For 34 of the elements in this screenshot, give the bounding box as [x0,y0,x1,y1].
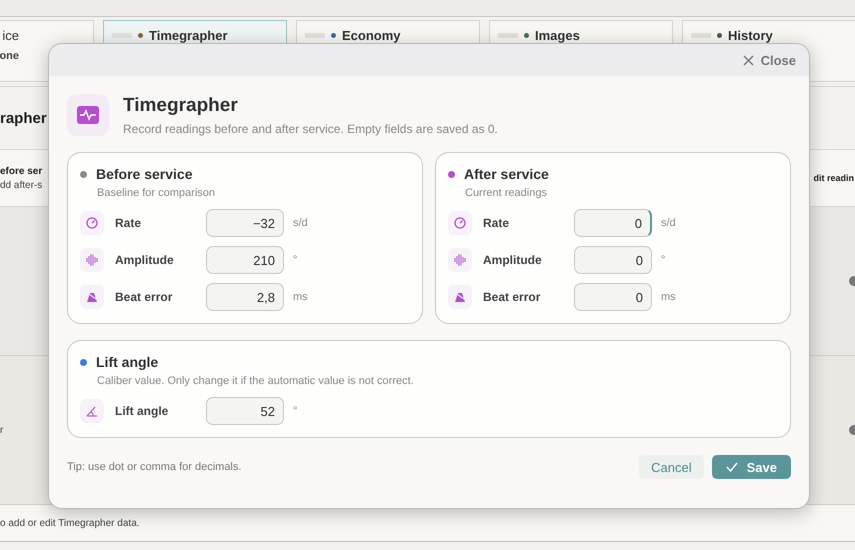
section-subtitle: Current readings [465,187,548,199]
section-title: After service [464,166,549,182]
card-title: efore ser [0,166,42,176]
field-label: Rate [115,216,142,230]
tab-sublabel: one [0,50,19,62]
tip-text: Tip: use dot or comma for decimals. [67,461,242,473]
field-label: Rate [483,216,510,230]
dialog-title: Timegrapher [123,94,239,116]
section-subtitle: Caliber value. Only change it if the automatic value is not correct. [97,375,415,387]
unit-label: ° [661,254,666,266]
section-title: Lift angle [96,354,158,370]
unit-label: ° [293,405,298,417]
field-label: Lift angle [115,404,170,418]
section-title: rapher [0,110,47,126]
footer-note: o add or edit Timegrapher data. [0,518,140,528]
tab-label: Timegrapher [149,28,228,43]
tab-label: ice [2,28,19,43]
unit-label: ms [293,291,308,303]
card-subtitle: dd after-s [0,180,42,190]
tab-label: Economy [342,28,401,43]
side-text: r [0,424,4,436]
field-label: Beat error [115,290,174,304]
dialog-subtitle: Record readings before and after service. Empty fields are saved as 0. [123,122,498,136]
unit-label: ms [661,291,676,303]
unit-label: s/d [293,217,308,229]
field-label: Beat error [483,290,542,304]
unit-label: ° [293,254,298,266]
section-subtitle: Baseline for comparison [97,187,216,199]
tab-label: Images [535,28,580,43]
unit-label: s/d [661,217,676,229]
section-title: Before service [96,166,193,182]
field-label: Amplitude [483,253,543,267]
field-label: Amplitude [115,253,175,267]
tab-label: History [728,28,773,43]
